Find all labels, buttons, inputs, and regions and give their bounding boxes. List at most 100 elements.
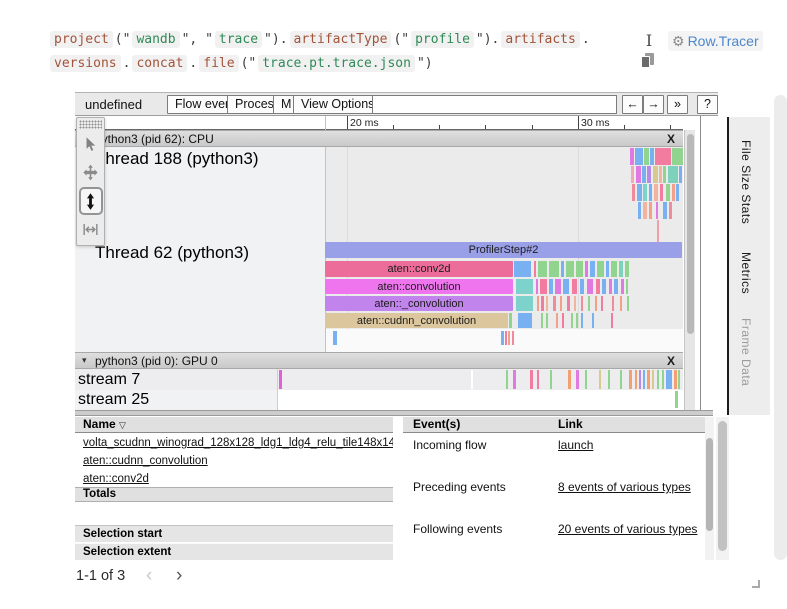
trace-event-segment[interactable] [663, 166, 666, 183]
trace-event-segment[interactable] [546, 313, 548, 328]
trace-event-segment[interactable] [637, 184, 642, 201]
trace-event-segment[interactable] [614, 279, 618, 294]
trace-event-segment[interactable] [675, 391, 678, 408]
trace-tool-panel[interactable] [76, 117, 105, 246]
trace-event-segment[interactable] [536, 279, 538, 294]
trace-event-segment[interactable] [649, 202, 652, 219]
trace-event-bar[interactable]: ProfilerStep#2 [325, 242, 682, 258]
next-page-button[interactable]: › [176, 565, 182, 587]
trace-event-segment[interactable] [595, 296, 597, 311]
trace-event-segment[interactable] [560, 296, 562, 311]
name-column-header[interactable]: Name ▽ [75, 417, 393, 433]
trace-event-segment[interactable] [516, 279, 533, 294]
trace-event-segment[interactable] [647, 166, 651, 183]
trace-event-segment[interactable] [611, 261, 617, 277]
launch-link[interactable]: launch [558, 438, 593, 452]
trace-event-segment[interactable] [669, 202, 672, 219]
trace-event-segment[interactable] [601, 296, 603, 311]
trace-event-bar[interactable]: aten::cudnn_convolution [325, 313, 508, 328]
trace-event-segment[interactable] [471, 370, 473, 389]
trace-event-segment[interactable] [585, 370, 587, 389]
trace-event-segment[interactable] [621, 279, 624, 294]
text-cursor-icon[interactable]: I [641, 31, 657, 51]
events-panel-scrollbar-thumb[interactable] [706, 438, 713, 531]
trace-tab-undefined[interactable]: undefined [85, 97, 142, 112]
trace-event-segment[interactable] [576, 261, 583, 277]
outer-panel-scrollbar[interactable] [716, 417, 729, 560]
trace-event-segment[interactable] [549, 279, 553, 294]
trace-event-segment[interactable] [650, 148, 654, 165]
nav-right-button[interactable]: → [643, 95, 664, 114]
copy-button[interactable] [641, 53, 655, 69]
trace-event-segment[interactable] [538, 261, 547, 277]
trace-event-segment[interactable] [606, 261, 609, 277]
trace-event-segment[interactable] [657, 220, 659, 242]
collapse-icon[interactable]: ▾ [82, 353, 87, 368]
resize-grip-icon[interactable] [752, 580, 760, 588]
trace-event-segment[interactable] [609, 279, 612, 294]
trace-event-segment[interactable] [574, 296, 576, 311]
trace-event-segment[interactable] [666, 370, 672, 389]
trace-event-segment[interactable] [652, 370, 654, 389]
trace-event-segment[interactable] [656, 202, 658, 219]
trace-event-segment[interactable] [549, 261, 559, 277]
select-tool-button[interactable] [78, 131, 103, 158]
trace-event-segment[interactable] [509, 313, 512, 328]
trace-event-segment[interactable] [659, 166, 662, 183]
event-name-link[interactable]: volta_scudnn_winograd_128x128_ldg1_ldg4_… [75, 437, 393, 449]
trace-event-segment[interactable] [672, 184, 675, 201]
tab-file-size-stats[interactable]: File Size Stats [735, 140, 753, 224]
trace-event-segment[interactable] [508, 331, 510, 345]
trace-event-segment[interactable] [635, 370, 637, 389]
trace-event-segment[interactable] [596, 279, 600, 294]
trace-event-segment[interactable] [632, 184, 635, 201]
trace-event-segment[interactable] [676, 184, 679, 201]
trace-event-segment[interactable] [588, 296, 590, 311]
tool-panel-drag-handle[interactable] [79, 120, 102, 129]
trace-event-segment[interactable] [537, 296, 539, 311]
trace-event-segment[interactable] [619, 261, 623, 277]
trace-event-segment[interactable] [534, 261, 536, 277]
trace-event-segment[interactable] [553, 296, 556, 311]
trace-event-segment[interactable] [587, 279, 593, 294]
trace-event-segment[interactable] [666, 184, 670, 201]
trace-event-segment[interactable] [679, 166, 682, 183]
trace-event-segment[interactable] [625, 261, 629, 277]
trace-event-segment[interactable] [592, 313, 594, 328]
help-button[interactable]: ? [697, 95, 718, 114]
trace-event-segment[interactable] [590, 261, 595, 277]
trace-event-segment[interactable] [333, 331, 337, 345]
trace-event-segment[interactable] [599, 370, 601, 389]
trace-event-segment[interactable] [546, 296, 548, 311]
trace-event-segment[interactable] [668, 166, 678, 183]
trace-event-segment[interactable] [585, 261, 588, 277]
trace-event-segment[interactable] [660, 184, 663, 201]
trace-event-segment[interactable] [567, 296, 570, 311]
trace-event-segment[interactable] [550, 370, 552, 389]
trace-event-segment[interactable] [581, 296, 583, 311]
tab-metrics[interactable]: Metrics [735, 252, 753, 294]
vertical-zoom-tool-button[interactable] [79, 187, 103, 215]
trace-event-segment[interactable] [627, 296, 629, 311]
trace-event-segment[interactable] [540, 279, 547, 294]
trace-event-bar[interactable]: aten::_convolution [325, 296, 513, 311]
trace-event-segment[interactable] [563, 279, 569, 294]
trace-event-segment[interactable] [647, 370, 650, 389]
gpu-process-header[interactable]: ▾ python3 (pid 0): GPU 0 X [75, 352, 683, 369]
close-gpu-track-button[interactable]: X [667, 354, 675, 369]
view-options-button[interactable]: View Options [293, 95, 382, 114]
trace-event-bar[interactable]: aten::convolution [325, 279, 513, 294]
panel-type-selector[interactable]: ⚙ Row.Tracer [668, 31, 763, 51]
trace-event-segment[interactable] [631, 166, 634, 183]
trace-event-segment[interactable] [620, 370, 622, 389]
trace-event-segment[interactable] [580, 279, 584, 294]
timeline-ruler[interactable]: 20 ms30 ms [75, 116, 683, 130]
trace-event-segment[interactable] [608, 370, 610, 389]
trace-event-segment[interactable] [568, 370, 571, 389]
trace-event-segment[interactable] [555, 279, 561, 294]
trace-event-segment[interactable] [642, 166, 646, 183]
trace-event-segment[interactable] [638, 202, 641, 219]
trace-event-segment[interactable] [611, 313, 613, 328]
trace-event-segment[interactable] [516, 296, 533, 311]
trace-event-segment[interactable] [576, 313, 578, 328]
